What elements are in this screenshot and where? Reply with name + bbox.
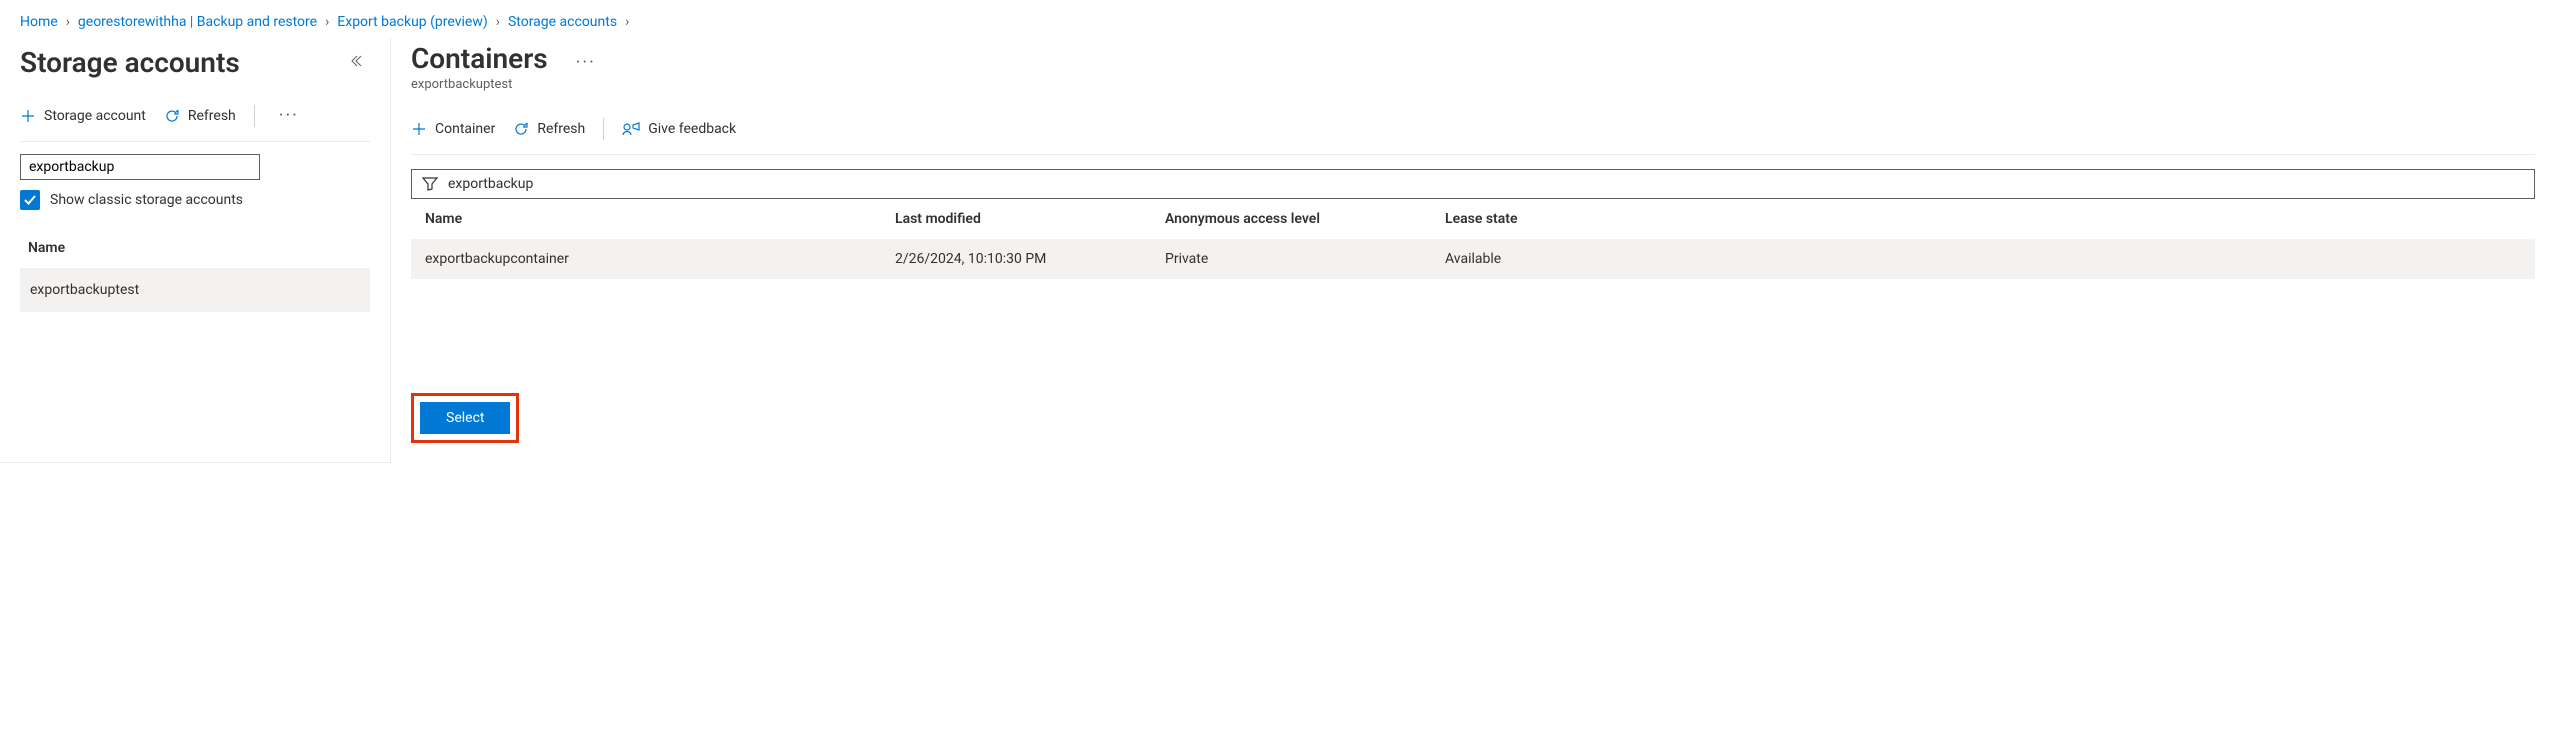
page-title-left: Storage accounts (20, 46, 240, 79)
cell-lease: Available (1445, 251, 2521, 267)
breadcrumb-storage[interactable]: Storage accounts (508, 14, 617, 30)
add-container-button[interactable]: Container (411, 121, 495, 137)
chevron-right-icon: › (325, 14, 329, 30)
refresh-right-button[interactable]: Refresh (513, 121, 585, 137)
collapse-pane-icon[interactable] (342, 47, 370, 79)
select-button[interactable]: Select (420, 402, 510, 434)
add-storage-account-button[interactable]: Storage account (20, 108, 146, 124)
column-name[interactable]: Name (425, 211, 895, 227)
containers-table: Name Last modified Anonymous access leve… (411, 199, 2535, 279)
show-classic-label: Show classic storage accounts (50, 192, 243, 208)
storage-accounts-pane: Storage accounts Storage account Refresh… (0, 38, 390, 463)
give-feedback-label: Give feedback (648, 121, 736, 137)
add-container-label: Container (435, 121, 495, 137)
containers-subtitle: exportbackuptest (411, 77, 2535, 92)
containers-pane: Containers ··· exportbackuptest Containe… (390, 38, 2555, 463)
select-highlight: Select (411, 393, 519, 443)
filter-value: exportbackup (448, 176, 533, 192)
storage-account-row[interactable]: exportbackuptest (20, 268, 370, 312)
column-last-modified[interactable]: Last modified (895, 211, 1165, 227)
container-filter-input[interactable]: exportbackup (411, 169, 2535, 199)
table-row[interactable]: exportbackupcontainer 2/26/2024, 10:10:3… (411, 239, 2535, 279)
breadcrumb: Home › georestorewithha | Backup and rest… (0, 0, 2555, 38)
more-actions-right-icon[interactable]: ··· (570, 53, 602, 73)
left-toolbar: Storage account Refresh ··· (20, 105, 370, 142)
footer: Select (411, 379, 2535, 443)
give-feedback-button[interactable]: Give feedback (622, 121, 736, 137)
check-icon (23, 193, 37, 207)
breadcrumb-home[interactable]: Home (20, 14, 58, 30)
refresh-right-label: Refresh (537, 121, 585, 137)
refresh-icon (164, 108, 180, 124)
toolbar-separator (603, 118, 604, 140)
toolbar-separator (254, 105, 255, 127)
plus-icon (411, 121, 427, 137)
refresh-left-button[interactable]: Refresh (164, 108, 236, 124)
filter-icon (422, 177, 438, 191)
left-column-header-name: Name (20, 234, 370, 262)
column-access-level[interactable]: Anonymous access level (1165, 211, 1445, 227)
chevron-right-icon: › (625, 14, 629, 30)
more-actions-icon[interactable]: ··· (273, 106, 305, 126)
breadcrumb-backup[interactable]: georestorewithha | Backup and restore (78, 14, 317, 30)
right-toolbar: Container Refresh Give feedback (411, 118, 2535, 155)
column-lease-state[interactable]: Lease state (1445, 211, 2521, 227)
cell-name: exportbackupcontainer (425, 251, 895, 267)
breadcrumb-export[interactable]: Export backup (preview) (337, 14, 487, 30)
refresh-left-label: Refresh (188, 108, 236, 124)
show-classic-checkbox[interactable] (20, 190, 40, 210)
chevron-right-icon: › (496, 14, 500, 30)
page-title-right: Containers (411, 42, 548, 75)
cell-access: Private (1165, 251, 1445, 267)
refresh-icon (513, 121, 529, 137)
plus-icon (20, 108, 36, 124)
feedback-icon (622, 121, 640, 137)
cell-modified: 2/26/2024, 10:10:30 PM (895, 251, 1165, 267)
add-storage-account-label: Storage account (44, 108, 146, 124)
table-header: Name Last modified Anonymous access leve… (411, 199, 2535, 239)
chevron-right-icon: › (66, 14, 70, 30)
storage-search-input[interactable] (20, 154, 260, 180)
